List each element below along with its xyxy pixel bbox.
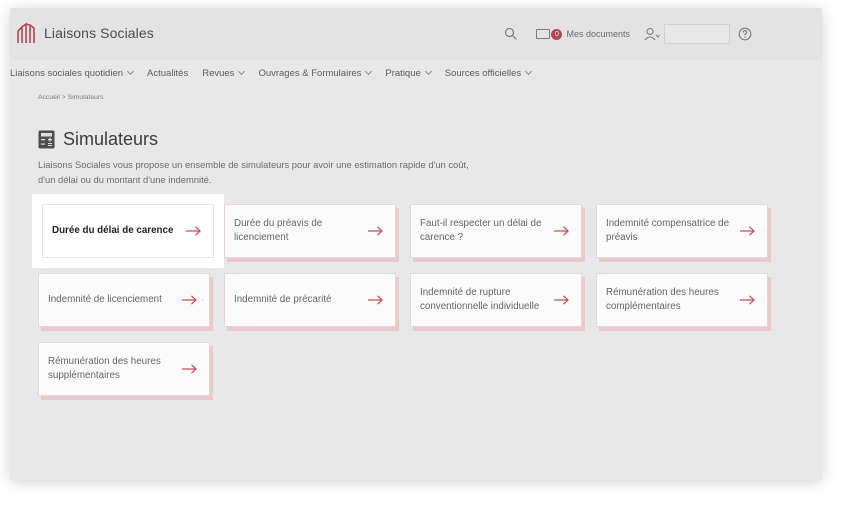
arrow-right-icon: [368, 226, 383, 236]
simulator-card-indemnite-preavis[interactable]: Indemnité compensatrice de préavis: [596, 204, 768, 258]
my-documents-link[interactable]: 0 Mes documents: [536, 28, 630, 40]
nav-item-pratique[interactable]: Pratique: [385, 67, 432, 79]
arrow-right-icon: [182, 295, 197, 305]
folder-icon: [536, 29, 551, 39]
arrow-right-icon: [186, 226, 201, 236]
nav-item-label: Actualités: [147, 67, 189, 79]
nav-item-liaisons-quotidien[interactable]: Liaisons sociales quotidien: [10, 67, 135, 79]
user-icon[interactable]: [644, 27, 660, 41]
simulator-card-indemnite-precarite[interactable]: Indemnité de précarité: [224, 273, 396, 327]
card-label: Durée du préavis de licenciement: [234, 218, 323, 243]
card-label: Rémunération des heures complémentaires: [606, 287, 719, 312]
arrow-right-icon: [740, 226, 755, 236]
nav-item-revues[interactable]: Revues: [202, 67, 246, 79]
arrow-right-icon: [368, 295, 383, 305]
app-window: Liaisons Sociales 0 Mes documents Liaiso…: [10, 8, 822, 480]
nav-item-label: Sources officielles: [444, 67, 522, 79]
header: Liaisons Sociales 0 Mes documents: [10, 8, 822, 60]
chevron-down-icon: [525, 67, 533, 76]
nav-item-label: Pratique: [385, 67, 421, 79]
logo-icon: [17, 22, 35, 43]
nav-item-label: Liaisons sociales quotidien: [10, 67, 124, 79]
page-title: Simulateurs: [63, 129, 159, 149]
simulator-card-heures-complementaires[interactable]: Rémunération des heures complémentaires: [596, 273, 768, 327]
card-label: Indemnité de licenciement: [48, 294, 162, 305]
logo[interactable]: Liaisons Sociales: [16, 22, 154, 44]
breadcrumb[interactable]: Accueil > Simulateurs: [38, 94, 104, 101]
arrow-right-icon: [740, 295, 755, 305]
documents-count-badge: 0: [551, 28, 563, 40]
nav-item-ouvrages[interactable]: Ouvrages & Formulaires: [258, 67, 373, 79]
simulator-card-indemnite-licenciement[interactable]: Indemnité de licenciement: [38, 273, 210, 327]
header-actions: 0 Mes documents: [504, 22, 822, 46]
brand-name: Liaisons Sociales: [44, 25, 154, 41]
my-documents-label: Mes documents: [566, 29, 630, 39]
simulator-card-heures-supplementaires[interactable]: Rémunération des heures supplémentaires: [38, 342, 210, 396]
page-heading: Simulateurs: [38, 129, 158, 150]
nav-item-label: Ouvrages & Formulaires: [258, 67, 362, 79]
page-intro: Liaisons Sociales vous propose un ensemb…: [38, 159, 469, 185]
nav-item-actualites[interactable]: Actualités: [147, 68, 188, 79]
simulator-card-respecter-carence[interactable]: Faut-il respecter un délai de carence ?: [410, 204, 582, 258]
card-label: Durée du délai de carence: [52, 225, 174, 236]
calculator-icon: [38, 130, 55, 149]
arrow-right-icon: [554, 295, 569, 305]
simulator-card-delai-carence[interactable]: Durée du délai de carence: [42, 204, 214, 258]
chevron-down-icon: [238, 67, 246, 76]
main-nav: Liaisons sociales quotidien Actualités R…: [10, 64, 545, 82]
chevron-down-icon: [365, 67, 373, 76]
card-label: Indemnité compensatrice de préavis: [606, 218, 730, 243]
arrow-right-icon: [554, 226, 569, 236]
card-label: Indemnité de précarité: [234, 294, 332, 305]
chevron-down-icon: [424, 67, 432, 76]
simulator-card-rupture-conventionnelle[interactable]: Indemnité de rupture conventionnelle ind…: [410, 273, 582, 327]
user-name-field[interactable]: [664, 24, 730, 44]
card-label: Faut-il respecter un délai de carence ?: [420, 218, 542, 243]
search-icon[interactable]: [504, 27, 518, 41]
arrow-right-icon: [182, 364, 197, 374]
card-label: Rémunération des heures supplémentaires: [48, 356, 161, 381]
nav-item-label: Revues: [202, 67, 235, 79]
help-icon[interactable]: [738, 27, 752, 41]
nav-item-sources[interactable]: Sources officielles: [444, 67, 533, 79]
card-label: Indemnité de rupture conventionnelle ind…: [420, 287, 540, 312]
simulator-card-preavis-licenciement[interactable]: Durée du préavis de licenciement: [224, 204, 396, 258]
chevron-down-icon: [126, 67, 135, 76]
